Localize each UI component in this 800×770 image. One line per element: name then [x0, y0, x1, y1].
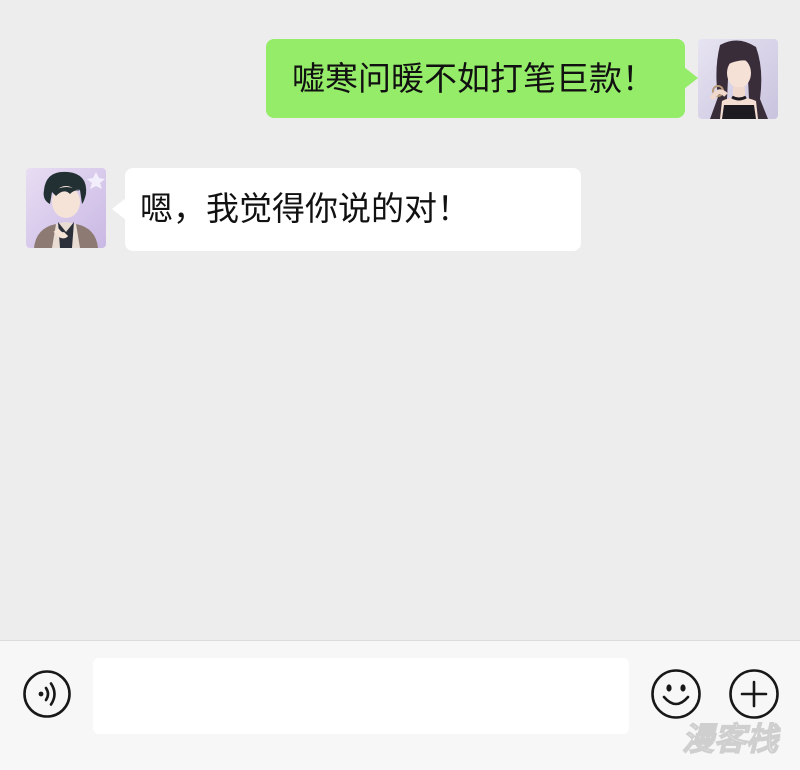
received-message-text: 嗯，我觉得你说的对！	[140, 189, 470, 228]
male-avatar-image	[26, 168, 106, 248]
watermark-logo: 漫客栈	[668, 712, 792, 764]
sent-message-bubble[interactable]: 嘘寒问暖不如打笔巨款！	[266, 39, 698, 118]
female-avatar[interactable]	[698, 39, 778, 119]
female-avatar-image	[698, 39, 778, 119]
message-input[interactable]	[93, 658, 629, 734]
svg-text:漫客栈: 漫客栈	[682, 720, 781, 758]
sent-message-text: 嘘寒问暖不如打笔巨款！	[292, 59, 655, 98]
voice-icon	[23, 670, 71, 718]
chat-area: 嘘寒问暖不如打笔巨款！ 嗯，我觉得你说的对！	[0, 0, 800, 640]
male-avatar[interactable]	[26, 168, 106, 248]
received-message-bubble[interactable]: 嗯，我觉得你说的对！	[112, 168, 581, 251]
voice-button[interactable]	[22, 669, 72, 719]
watermark-logo-image: 漫客栈	[681, 719, 781, 758]
